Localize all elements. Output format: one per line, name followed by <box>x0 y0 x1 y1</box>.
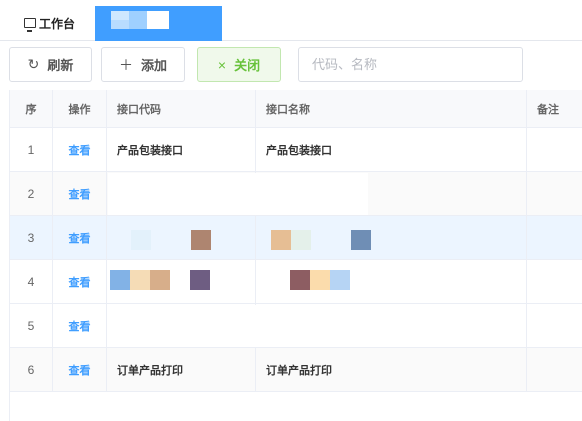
tab-active-redacted[interactable] <box>95 6 222 41</box>
row-seq: 1 <box>10 128 53 171</box>
table-row[interactable]: 6 查看 订单产品打印 订单产品打印 <box>10 348 582 392</box>
view-link-cell: 查看 <box>53 216 107 259</box>
view-link[interactable]: 查看 <box>69 142 91 158</box>
redacted-mosaic <box>110 270 355 290</box>
row-name: 产品包装接口 <box>256 128 527 171</box>
add-button[interactable]: ＋ 添加 <box>101 47 185 82</box>
row-note <box>527 172 582 215</box>
code-text: 订单产品打印 <box>117 364 183 377</box>
header-note: 备注 <box>537 103 559 116</box>
view-link-cell: 查看 <box>53 304 107 347</box>
view-link-cell: 查看 <box>53 260 107 303</box>
row-note <box>527 260 582 303</box>
table-row[interactable]: 1 查看 产品包装接口 产品包装接口 <box>10 128 582 172</box>
table-row[interactable]: 3 查看 <box>10 216 582 260</box>
name-text: 产品包装接口 <box>266 144 332 157</box>
code-text: 产品包装接口 <box>117 144 183 157</box>
redacted-mosaic <box>131 230 381 250</box>
row-seq: 6 <box>10 348 53 391</box>
name-text: 订单产品打印 <box>266 364 332 377</box>
row-code: 订单产品打印 <box>107 348 256 391</box>
plus-icon: ＋ <box>118 56 133 73</box>
tab-home-label: 工作台 <box>39 17 76 31</box>
header-code: 接口代码 <box>107 90 256 127</box>
desktop-icon <box>24 17 36 32</box>
view-link-cell: 查看 <box>53 172 107 215</box>
close-icon: × <box>217 56 227 73</box>
row-note <box>527 304 582 347</box>
header-op: 操作 <box>53 90 107 127</box>
add-label: 添加 <box>140 58 167 73</box>
row-seq: 4 <box>10 260 53 303</box>
tab-home[interactable]: 工作台 <box>24 6 75 41</box>
row-code: 产品包装接口 <box>107 128 256 171</box>
header-seq: 序 <box>10 90 53 127</box>
view-link-cell: 查看 <box>53 348 107 391</box>
row-name: 订单产品打印 <box>256 348 527 391</box>
table-row[interactable]: 5 查看 <box>10 304 582 348</box>
row-note <box>527 128 582 171</box>
row-seq: 5 <box>10 304 53 347</box>
refresh-button[interactable]: ↻ 刷新 <box>9 47 92 82</box>
view-link-cell: 查看 <box>53 128 107 171</box>
close-button[interactable]: × 关闭 <box>197 47 281 82</box>
redacted-mosaic <box>108 305 353 347</box>
table-row[interactable]: 2 查看 <box>10 172 582 216</box>
tab-bar: 工作台 <box>0 0 582 41</box>
header-name: 接口名称 <box>256 90 527 127</box>
view-link[interactable]: 查看 <box>69 186 91 202</box>
refresh-icon: ↻ <box>27 56 40 72</box>
refresh-label: 刷新 <box>47 58 74 73</box>
view-link[interactable]: 查看 <box>69 362 91 378</box>
view-link[interactable]: 查看 <box>69 318 91 334</box>
table-row[interactable]: 4 查看 <box>10 260 582 304</box>
row-note <box>527 216 582 259</box>
view-link[interactable]: 查看 <box>69 230 91 246</box>
redacted-tab-label <box>111 11 171 29</box>
view-link[interactable]: 查看 <box>69 274 91 290</box>
redacted-mosaic <box>108 173 368 215</box>
row-note <box>527 348 582 391</box>
search-input[interactable] <box>298 47 523 82</box>
row-seq: 3 <box>10 216 53 259</box>
row-seq: 2 <box>10 172 53 215</box>
close-label: 关闭 <box>234 58 261 73</box>
interface-table: 序 操作 接口代码 接口名称 备注 1 查看 产品包装接口 产品包装接口 2 查… <box>9 90 582 421</box>
table-header: 序 操作 接口代码 接口名称 备注 <box>10 90 582 128</box>
